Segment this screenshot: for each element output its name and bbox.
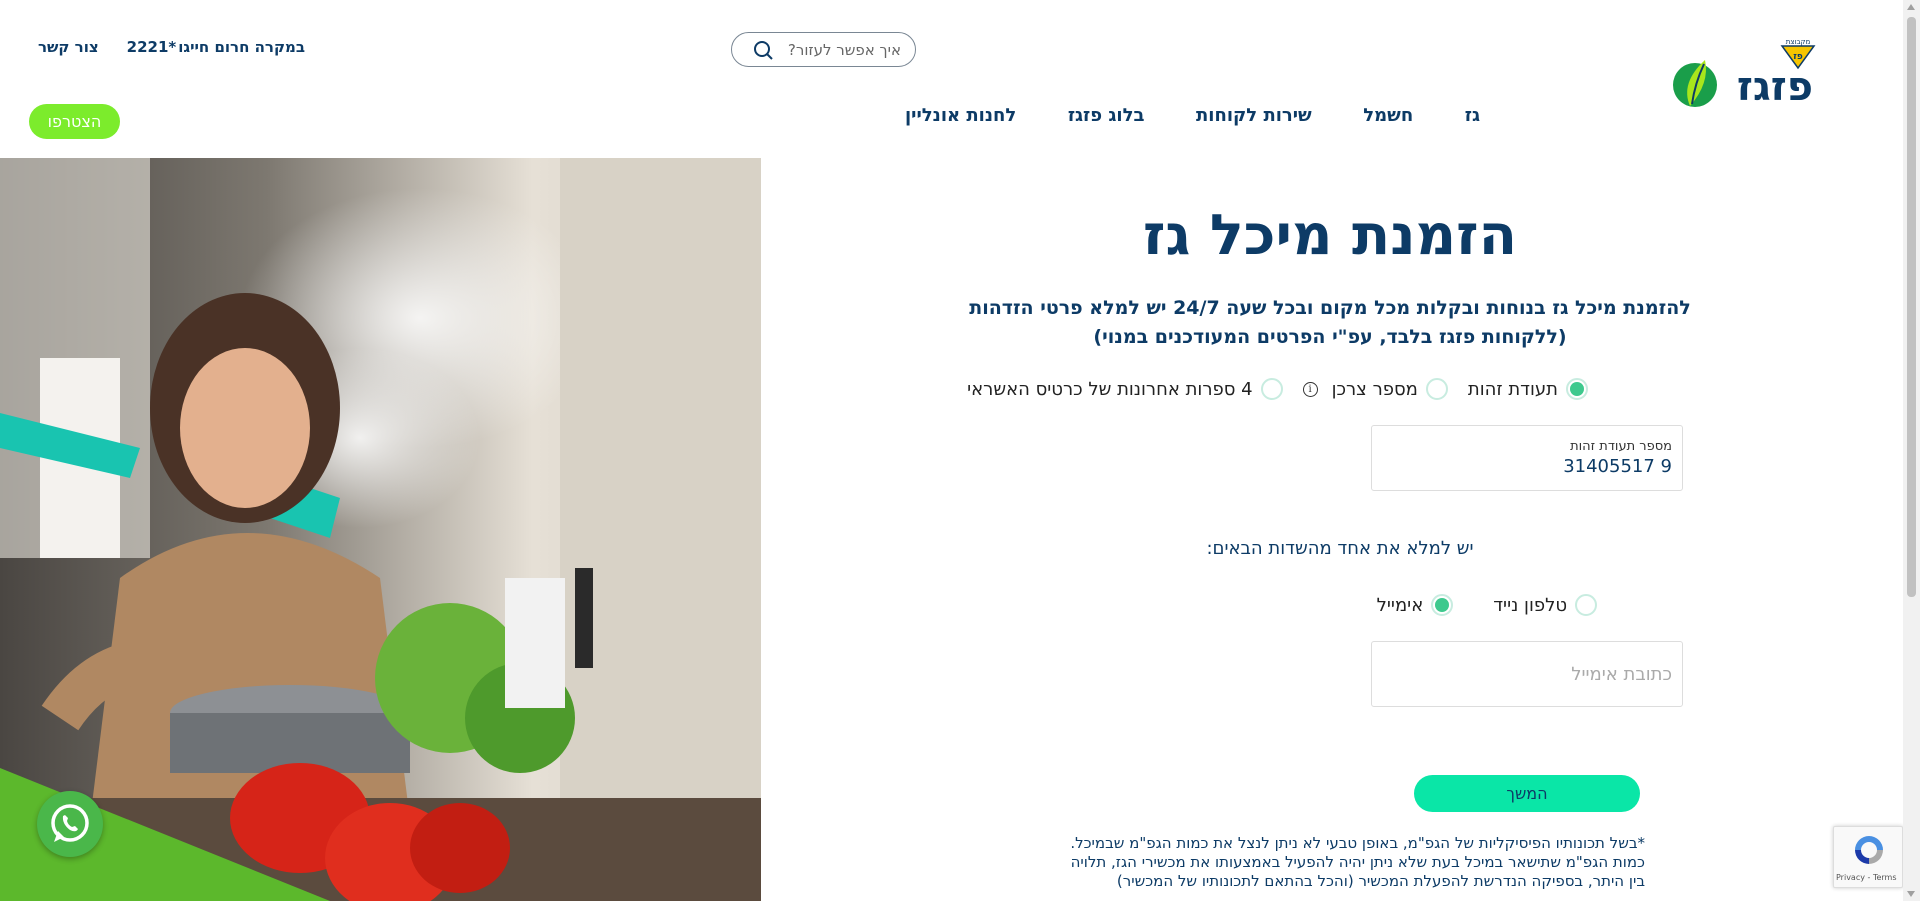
pazgaz-logo[interactable]: פז מקבוצת פזגז [1670, 38, 1820, 113]
radio-button[interactable] [1425, 378, 1448, 400]
radio-label: 4 ספרות אחרונות של כרטיס האשראי [967, 378, 1253, 400]
disclaimer-line: *בשל תכונותיו הפיסיקליות של הגפ"מ, באופן… [1070, 834, 1645, 852]
order-form: הזמנת מיכל גז להזמנת מיכל גז בנוחות ובקל… [780, 158, 1880, 901]
search-icon[interactable] [753, 40, 773, 60]
scroll-up-arrow-icon[interactable] [1907, 4, 1915, 10]
nav-item-customer-service[interactable]: שירות לקוחות [1196, 105, 1312, 126]
radio-id-number[interactable]: תעודת זהות [1468, 378, 1588, 400]
join-button[interactable]: הצטרפו [29, 104, 120, 139]
disclaimer-line: כמות הגפ"מ שתישאר במיכל בעת שלא ניתן יהי… [1070, 853, 1645, 871]
page-title: הזמנת מיכל גז [1142, 203, 1518, 268]
scroll-thumb[interactable] [1907, 17, 1916, 597]
radio-button[interactable] [1260, 378, 1283, 400]
id-number-field[interactable]: מספר תעודת זהות 31405517 9 [1371, 425, 1683, 491]
emergency-label: במקרה חרום חייגו [178, 38, 305, 56]
continue-button[interactable]: המשך [1414, 775, 1640, 812]
radio-mobile-phone[interactable]: טלפון נייד [1493, 594, 1597, 616]
main-nav: גז חשמל שירות לקוחות בלוג פזגז לחנות אונ… [905, 105, 1480, 126]
contact-prompt-text: יש למלא את אחד מהשדות הבאים: [1206, 538, 1474, 559]
search-input[interactable] [781, 40, 901, 59]
radio-label: אימייל [1376, 594, 1424, 616]
nav-item-online-store[interactable]: לחנות אונליין [905, 105, 1016, 126]
scroll-down-arrow-icon[interactable] [1907, 891, 1915, 897]
nav-item-gas[interactable]: גז [1465, 105, 1480, 126]
contact-link[interactable]: צור קשר [38, 38, 99, 56]
info-icon[interactable]: i [1302, 381, 1318, 397]
subtitle-line-2: (ללקוחות פזגז בלבד, עפ"י הפרטים המעודכני… [1093, 326, 1567, 348]
top-links: צור קשר 2221* במקרה חרום חייגו [38, 38, 305, 56]
radio-customer-number[interactable]: מספר צרכן i [1302, 378, 1448, 400]
recaptcha-links[interactable]: Privacy - Terms [1836, 873, 1897, 882]
recaptcha-icon [1855, 836, 1883, 864]
whatsapp-icon [51, 804, 89, 842]
subtitle-line-1: להזמנת מיכל גז בנוחות ובקלות מכל מקום וב… [969, 297, 1691, 319]
email-placeholder: כתובת אימייל [1571, 664, 1672, 685]
whatsapp-button[interactable] [37, 791, 103, 857]
field-label: מספר תעודת זהות [1570, 439, 1672, 454]
radio-label: טלפון נייד [1493, 594, 1567, 616]
radio-button-checked[interactable] [1566, 378, 1588, 400]
contact-prompt: יש למלא את אחד מהשדות הבאים: [780, 538, 1880, 559]
emergency-number: 2221* [126, 38, 177, 56]
hero-photo [0, 158, 761, 901]
radio-email[interactable]: אימייל [1377, 594, 1454, 616]
page-subtitle: להזמנת מיכל גז בנוחות ובקלות מכל מקום וב… [780, 294, 1880, 352]
email-field[interactable]: כתובת אימייל [1371, 641, 1683, 707]
contact-type-options: טלפון נייד אימייל [1377, 594, 1597, 616]
logo-text: פזגז [1737, 64, 1813, 110]
emergency-line[interactable]: 2221* במקרה חרום חייגו [127, 38, 305, 56]
radio-label: מספר צרכן [1331, 378, 1418, 400]
id-type-options: תעודת זהות מספר צרכן i 4 ספרות אחרונות ש… [967, 378, 1588, 400]
disclaimer-text: *בשל תכונותיו הפיסיקליות של הגפ"מ, באופן… [1025, 834, 1645, 891]
nav-item-electricity[interactable]: חשמל [1363, 105, 1413, 126]
radio-button-checked[interactable] [1431, 594, 1454, 616]
radio-button[interactable] [1575, 594, 1597, 616]
radio-label: תעודת זהות [1467, 378, 1558, 400]
page-scrollbar[interactable] [1903, 0, 1920, 901]
recaptcha-badge[interactable]: Privacy - Terms [1833, 826, 1903, 888]
logo-sub: מקבוצת [1786, 38, 1811, 46]
field-value[interactable]: 31405517 9 [1563, 456, 1672, 477]
nav-item-blog[interactable]: בלוג פזגז [1068, 105, 1145, 126]
search-box[interactable] [731, 32, 916, 67]
logo-badge-text: פז [1793, 52, 1803, 62]
disclaimer-line: בין היתר, בספיקה הנדרשת להפעלת המכשיר (ו… [1116, 872, 1645, 890]
radio-credit-card-digits[interactable]: 4 ספרות אחרונות של כרטיס האשראי [967, 378, 1283, 400]
